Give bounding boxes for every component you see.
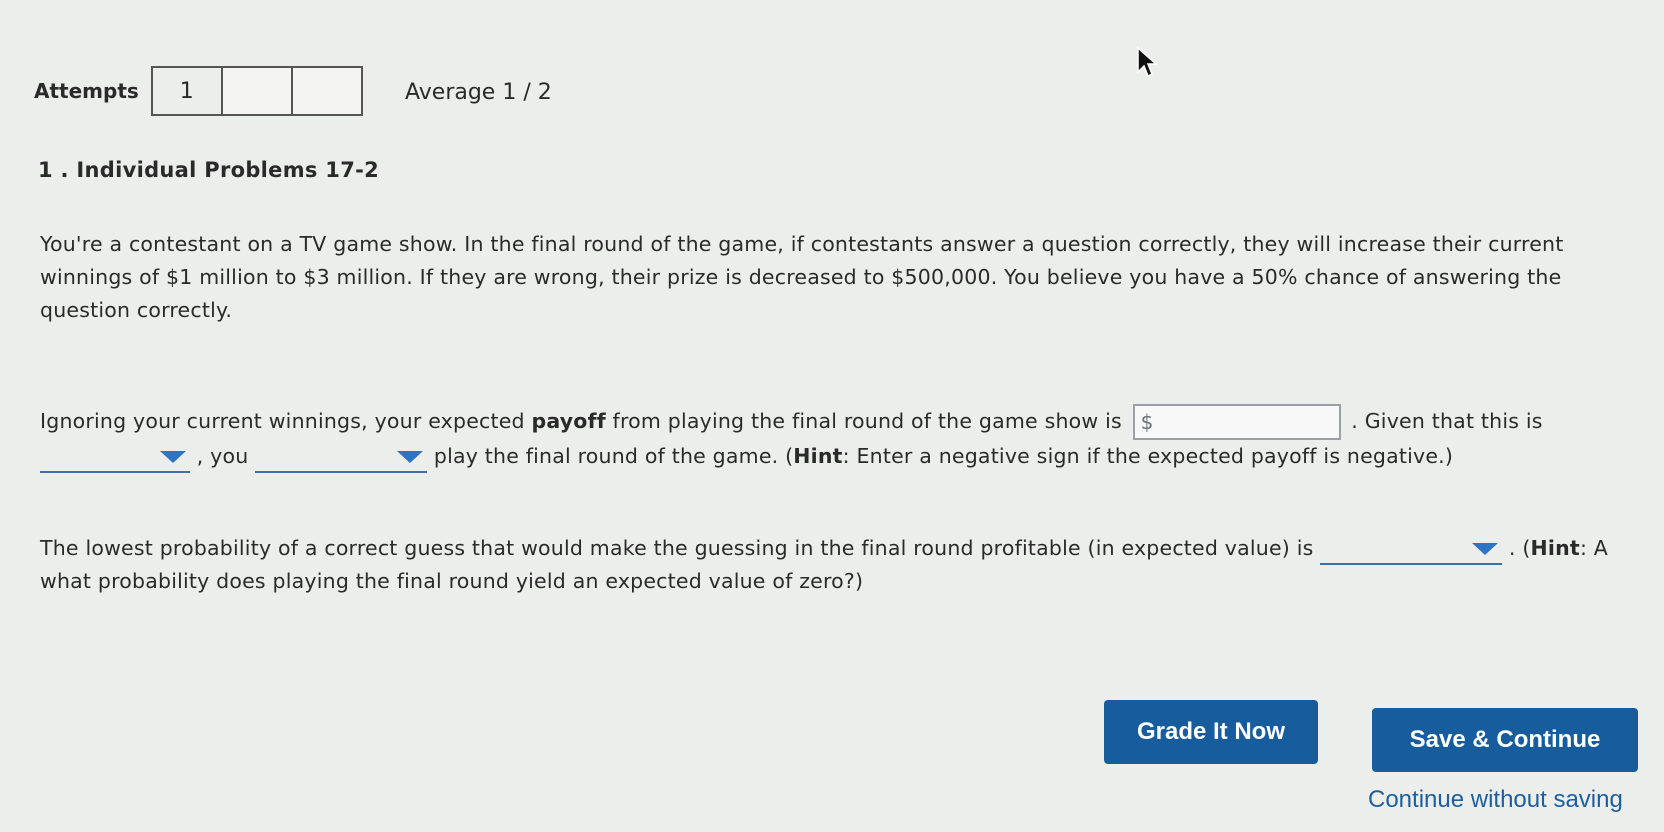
attempt-box-2 [220, 68, 291, 114]
play-decision-dropdown[interactable] [255, 445, 428, 473]
question-text: The lowest probability of a correct gues… [40, 536, 1314, 560]
payoff-keyword: payoff [531, 409, 606, 433]
triangle-down-icon [1472, 543, 1499, 555]
payoff-sign-dropdown[interactable] [40, 445, 190, 473]
question-lowest-probability: The lowest probability of a correct gues… [40, 532, 1650, 598]
question-text: play the final round of the game. ( [433, 444, 794, 468]
question-text: from playing the final round of the game… [605, 409, 1122, 433]
attempt-boxes: 1 [150, 66, 363, 116]
attempts-label: Attempts [34, 79, 139, 103]
hint-label: Hint [793, 444, 843, 468]
triangle-down-icon [397, 451, 424, 463]
hint-label: Hint [1530, 536, 1580, 560]
average-score: Average 1 / 2 [405, 80, 552, 105]
question-text: , you [196, 444, 249, 468]
save-and-continue-button[interactable]: Save & Continue [1372, 708, 1638, 772]
grade-it-now-button[interactable]: Grade It Now [1104, 700, 1318, 764]
dollar-sign: $ [1140, 409, 1154, 434]
attempt-box-1: 1 [152, 68, 221, 114]
attempt-box-3 [290, 68, 361, 114]
attempts-row: Attempts 1 [34, 66, 363, 116]
question-text: . Given that this is [1351, 409, 1543, 433]
probability-dropdown[interactable] [1320, 537, 1503, 565]
problem-description: You're a contestant on a TV game show. I… [40, 232, 1564, 322]
question-text: . ( [1508, 536, 1531, 560]
hint-text: : A [1579, 536, 1608, 560]
question-text: Ignoring your current winnings, your exp… [40, 409, 532, 433]
question-text: what probability does playing the final … [40, 569, 864, 593]
mouse-pointer-icon [1137, 46, 1158, 78]
problem-title: 1 . Individual Problems 17-2 [38, 158, 380, 182]
question-expected-payoff: Ignoring your current winnings, your exp… [40, 404, 1650, 473]
triangle-down-icon [160, 451, 186, 463]
hint-text: : Enter a negative sign if the expected … [842, 444, 1454, 468]
expected-payoff-input[interactable]: $ [1132, 404, 1341, 440]
continue-without-saving-link[interactable]: Continue without saving [1368, 786, 1623, 814]
expected-payoff-field[interactable] [1153, 409, 1328, 435]
